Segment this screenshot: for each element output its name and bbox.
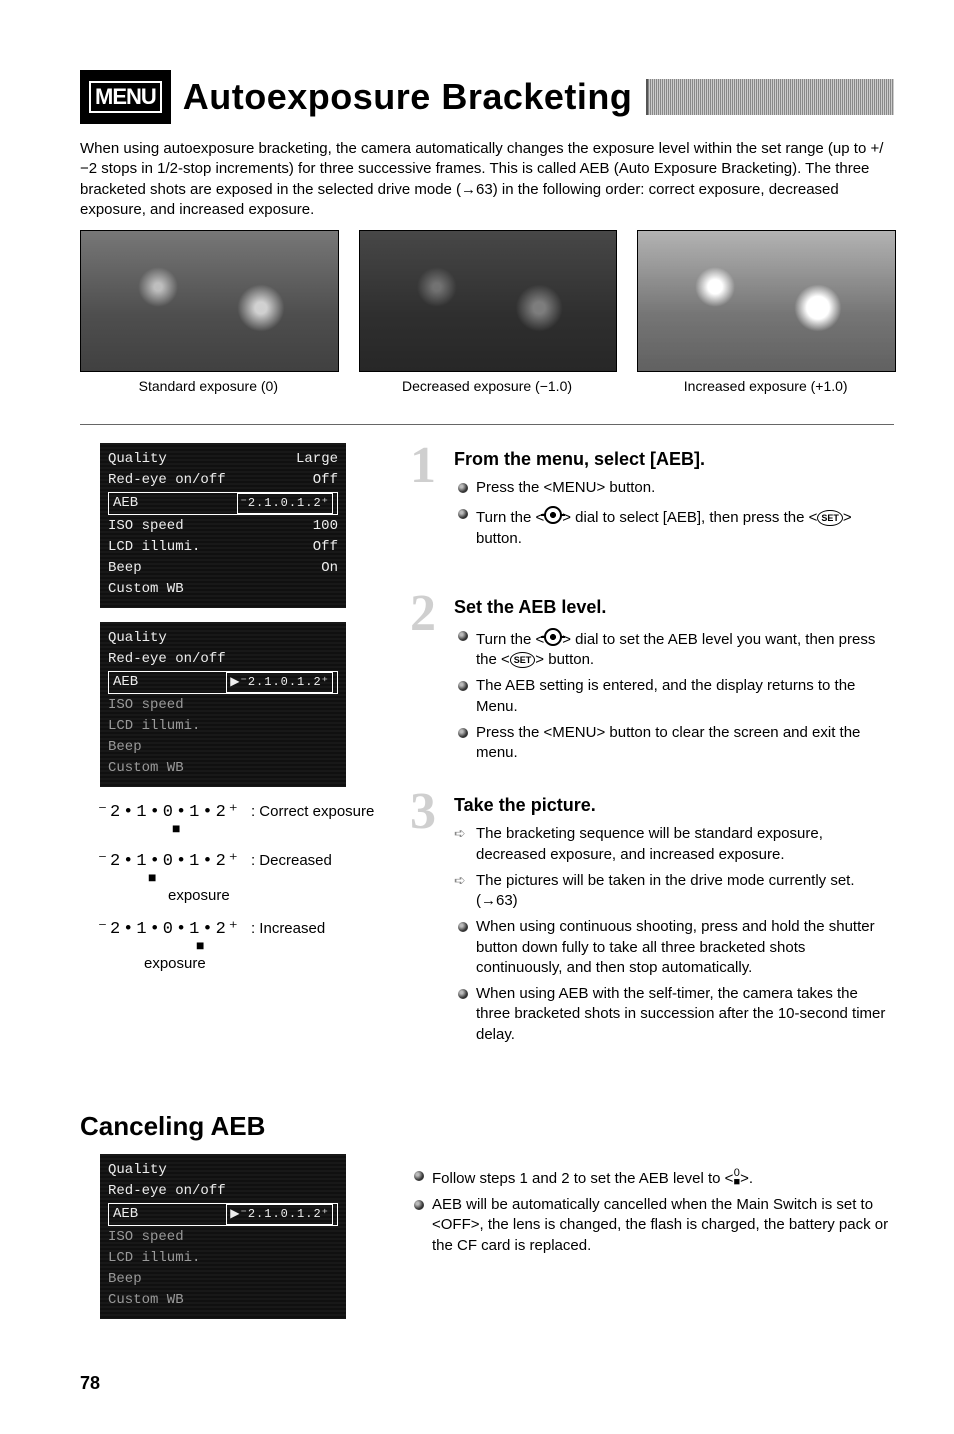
lcd1-beep-value: On [321,558,338,579]
set-icon: SET [817,510,843,526]
lcd2-redeye-label: Red-eye on/off [108,649,226,670]
figure-row: Standard exposure (0) Decreased exposure… [80,230,894,394]
step-3: 3 Take the picture. The bracketing seque… [410,789,894,1051]
page-number: 78 [80,1373,894,1394]
dial-icon [544,506,562,524]
step-2-bullet-1: Turn the <> dial to set the AEB level yo… [454,626,894,671]
lcdc-aeb-label: AEB [113,1204,138,1225]
lcd1-redeye-label: Red-eye on/off [108,470,226,491]
lcd1-aeb-value: ⁻2.1.0.1.2⁺ [237,493,333,514]
dial-icon [544,628,562,646]
step-3-bullet-2: The pictures will be taken in the drive … [454,871,894,912]
lcd2-aeb-label: AEB [113,672,138,693]
step-2-title: Set the AEB level. [454,597,894,618]
step-3-title: Take the picture. [454,795,894,816]
step-1-bullet-1: Press the <MENU> button. [454,478,894,498]
sample-image-increased [637,230,896,372]
caption-increased: Increased exposure (+1.0) [637,378,894,394]
lcdc-redeye-label: Red-eye on/off [108,1181,226,1202]
lcd-screen-cancel: Quality Red-eye on/off AEB ▶⁻2.1.0.1.2⁺ I… [100,1154,346,1319]
page-title: Autoexposure Bracketing [183,76,633,118]
lcdc-beep-label: Beep [108,1269,142,1290]
lcd1-lcd-value: Off [313,537,338,558]
scale-decreased: ⁻2•1•0•1•2⁺ : Decreased ■ exposure [98,850,380,906]
step-1-title: From the menu, select [AEB]. [454,449,894,470]
lcd1-quality-label: Quality [108,449,167,470]
lcd2-beep-label: Beep [108,737,142,758]
step-3-number: 3 [410,789,454,1051]
title-row: MENU Autoexposure Bracketing [80,70,894,124]
menu-badge-icon: MENU [80,70,171,124]
caption-decreased: Decreased exposure (−1.0) [359,378,616,394]
set-icon: SET [510,652,536,668]
scale-correct: ⁻2•1•0•1•2⁺ : Correct exposure ■ [98,801,380,838]
lcd1-beep-label: Beep [108,558,142,579]
lcd2-quality-label: Quality [108,628,167,649]
lcd2-aeb-value: ▶⁻2.1.0.1.2⁺ [226,672,333,693]
figure-increased: Increased exposure (+1.0) [637,230,894,394]
sample-image-standard [80,230,339,372]
step-1: 1 From the menu, select [AEB]. Press the… [410,443,894,555]
scale-increased: ⁻2•1•0•1•2⁺ : Increased ■ exposure [98,918,380,974]
divider [80,424,894,425]
intro-text: When using autoexposure bracketing, the … [80,139,894,220]
step-2-bullet-3: Press the <MENU> button to clear the scr… [454,723,894,764]
step-2: 2 Set the AEB level. Turn the <> dial to… [410,591,894,770]
lcd1-lcd-label: LCD illumi. [108,537,200,558]
figure-decreased: Decreased exposure (−1.0) [359,230,616,394]
step-1-bullet-2: Turn the <> dial to select [AEB], then p… [454,504,894,549]
lcdc-quality-label: Quality [108,1160,167,1181]
step-1-number: 1 [410,443,454,555]
title-decoration [646,79,894,115]
lcd1-iso-label: ISO speed [108,516,184,537]
lcdc-iso-label: ISO speed [108,1227,184,1248]
lcd-screen-1: Quality Large Red-eye on/off Off AEB ⁻2.1.0… [100,443,346,608]
cancel-bullet-1: Follow steps 1 and 2 to set the AEB leve… [410,1166,894,1189]
lcd2-lcd-label: LCD illumi. [108,716,200,737]
aeb-zero-icon: 0■ [733,1168,740,1186]
lcd2-iso-label: ISO speed [108,695,184,716]
step-2-bullet-2: The AEB setting is entered, and the disp… [454,676,894,717]
lcd1-redeye-value: Off [313,470,338,491]
step-2-number: 2 [410,591,454,770]
left-column: Quality Large Red-eye on/off Off AEB ⁻2.1.0… [80,443,380,1071]
step-3-bullet-1: The bracketing sequence will be standard… [454,824,894,865]
figure-standard: Standard exposure (0) [80,230,337,394]
lcd1-cwb-label: Custom WB [108,579,184,600]
step-3-bullet-4: When using AEB with the self-timer, the … [454,984,894,1045]
lcdc-cwb-label: Custom WB [108,1290,184,1311]
lcd1-iso-value: 100 [313,516,338,537]
step-3-bullet-3: When using continuous shooting, press an… [454,917,894,978]
lcd1-aeb-label: AEB [113,493,138,514]
right-column: 1 From the menu, select [AEB]. Press the… [410,443,894,1071]
caption-standard: Standard exposure (0) [80,378,337,394]
lcd1-quality-value: Large [296,449,338,470]
lcdc-lcd-label: LCD illumi. [108,1248,200,1269]
sample-image-decreased [359,230,618,372]
cancel-title: Canceling AEB [80,1111,894,1142]
cancel-bullet-2: AEB will be automatically cancelled when… [410,1195,894,1256]
lcdc-aeb-value: ▶⁻2.1.0.1.2⁺ [226,1204,333,1225]
manual-page: MENU Autoexposure Bracketing When using … [0,0,954,1434]
lcd-screen-2: Quality Red-eye on/off AEB ▶⁻2.1.0.1.2⁺ I… [100,622,346,787]
lcd2-cwb-label: Custom WB [108,758,184,779]
